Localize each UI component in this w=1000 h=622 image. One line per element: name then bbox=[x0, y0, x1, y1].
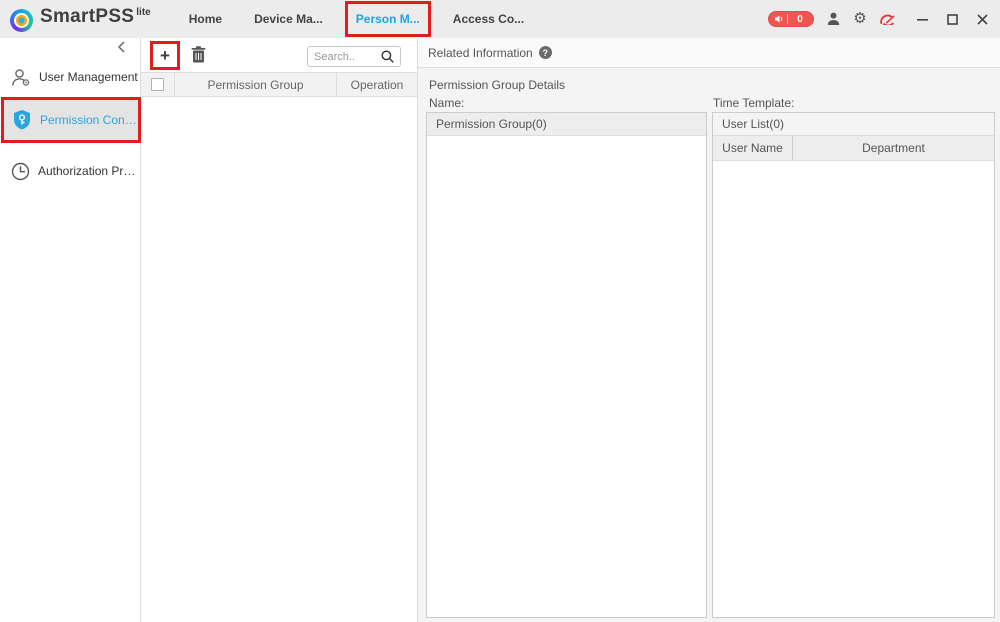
highlight-box-person-tab: Person M... bbox=[344, 1, 431, 37]
user-list-header: User List(0) bbox=[713, 113, 994, 136]
user-account-icon[interactable] bbox=[825, 11, 841, 27]
settings-gear-icon[interactable]: ⚙ bbox=[852, 11, 868, 27]
tab-access-control[interactable]: Access Co... bbox=[437, 12, 540, 26]
app-name-suffix: lite bbox=[136, 7, 151, 18]
app-logo-icon bbox=[10, 9, 33, 32]
permission-group-list-header: Permission Group(0) bbox=[427, 113, 706, 136]
app-name: SmartPSS bbox=[40, 6, 135, 27]
related-information-title: Related Information bbox=[428, 45, 533, 60]
tab-person-manager[interactable]: Person M... bbox=[356, 12, 420, 26]
delete-group-button[interactable] bbox=[191, 46, 207, 64]
app-logo: SmartPSS lite bbox=[10, 6, 151, 32]
select-all-cell bbox=[141, 73, 175, 96]
select-all-checkbox[interactable] bbox=[151, 78, 164, 91]
alarm-divider bbox=[787, 14, 788, 24]
close-icon[interactable] bbox=[974, 11, 990, 27]
group-toolbar: + bbox=[141, 38, 417, 72]
related-information-panel: Related Information ? Permission Group D… bbox=[417, 38, 1000, 622]
permission-group-details-title: Permission Group Details bbox=[429, 78, 566, 92]
maximize-icon[interactable] bbox=[944, 11, 960, 27]
sidebar-collapse-icon[interactable] bbox=[117, 41, 131, 55]
column-department[interactable]: Department bbox=[793, 136, 994, 160]
column-permission-group[interactable]: Permission Group bbox=[175, 73, 337, 96]
sidebar-item-user-management[interactable]: User Management bbox=[0, 62, 140, 92]
tab-home[interactable]: Home bbox=[173, 12, 238, 26]
column-user-name[interactable]: User Name bbox=[713, 136, 793, 160]
tab-device-manager[interactable]: Device Ma... bbox=[238, 12, 339, 26]
user-management-icon bbox=[11, 68, 31, 87]
sidebar-item-label: Permission Confi... bbox=[40, 113, 138, 127]
add-group-button[interactable]: + bbox=[160, 47, 170, 64]
titlebar-actions: 0 ⚙ bbox=[768, 11, 990, 27]
sidebar-item-permission-config[interactable]: Permission Confi... bbox=[1, 97, 141, 143]
related-information-header: Related Information ? bbox=[418, 38, 1000, 68]
user-table-body bbox=[713, 161, 994, 617]
group-table-header: Permission Group Operation bbox=[141, 72, 417, 97]
name-label: Name: bbox=[429, 96, 465, 110]
highlight-box-add-button: + bbox=[150, 41, 180, 70]
shield-permission-icon bbox=[12, 109, 32, 131]
alarm-count: 0 bbox=[797, 13, 803, 25]
group-search bbox=[307, 46, 401, 67]
sidebar-item-label: User Management bbox=[39, 70, 138, 84]
sidebar-item-label: Authorization Pro... bbox=[38, 164, 140, 178]
permission-group-list-box: Permission Group(0) bbox=[426, 112, 707, 618]
column-operation[interactable]: Operation bbox=[337, 73, 417, 96]
sidebar-item-authorization-progress[interactable]: Authorization Pro... bbox=[0, 156, 140, 186]
speaker-icon bbox=[774, 14, 784, 24]
search-input[interactable] bbox=[314, 50, 381, 63]
window-controls bbox=[914, 11, 990, 27]
alarm-counter-button[interactable]: 0 bbox=[768, 11, 814, 27]
main-nav: Home Device Ma... Person M... Access Co.… bbox=[173, 1, 540, 37]
user-list-box: User List(0) User Name Department bbox=[712, 112, 995, 618]
search-icon[interactable] bbox=[381, 50, 394, 63]
titlebar: SmartPSS lite Home Device Ma... Person M… bbox=[0, 0, 1000, 38]
time-template-label: Time Template: bbox=[713, 96, 795, 110]
minimize-icon[interactable] bbox=[914, 11, 930, 27]
smartpss-lite-window: SmartPSS lite Home Device Ma... Person M… bbox=[0, 0, 1000, 622]
group-table-body bbox=[141, 97, 417, 621]
user-table-header: User Name Department bbox=[713, 136, 994, 161]
clock-icon bbox=[11, 162, 30, 181]
sidebar: User Management Permission Confi... Auth… bbox=[0, 38, 141, 622]
permission-group-panel: + Permission Group Operation bbox=[141, 38, 417, 622]
help-icon[interactable]: ? bbox=[538, 46, 552, 59]
dashboard-gauge-icon[interactable] bbox=[879, 11, 895, 27]
